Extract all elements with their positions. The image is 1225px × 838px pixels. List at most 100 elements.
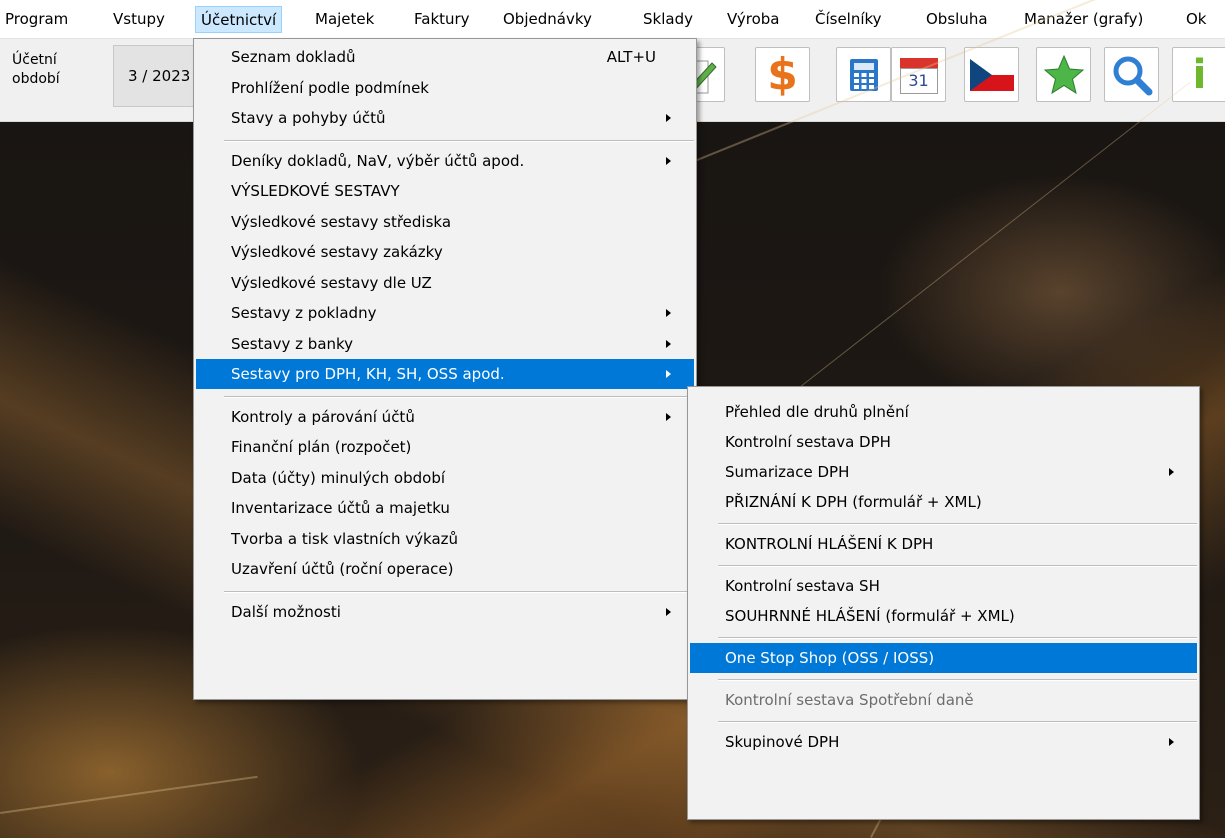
language-button[interactable] <box>964 47 1019 102</box>
menu-item-label: Skupinové DPH <box>725 733 840 751</box>
menu-item-label: Sestavy z pokladny <box>231 304 377 322</box>
menu-item-label: Přehled dle druhů plnění <box>725 403 909 421</box>
menu-item-sumarizace-dph[interactable]: Sumarizace DPH <box>690 457 1197 487</box>
submenu-arrow-icon <box>1169 738 1174 746</box>
menu-item-label: Výsledkové sestavy střediska <box>231 212 452 231</box>
submenu-arrow-icon <box>666 339 671 348</box>
submenu-arrow-icon <box>666 412 671 421</box>
menu-item-label: Sestavy pro DPH, KH, SH, OSS apod. <box>231 365 505 383</box>
menu-item-sestavy-z-banky[interactable]: Sestavy z banky <box>196 329 694 359</box>
menu-separator <box>224 590 694 593</box>
menubar-item-faktury[interactable]: Faktury <box>409 6 475 33</box>
menu-item-souhrnne-hlaseni-formular-xml[interactable]: SOUHRNNÉ HLÁŠENÍ (formulář + XML) <box>690 601 1197 631</box>
menu-item-label: PŘIZNÁNÍ K DPH (formulář + XML) <box>725 493 982 511</box>
menu-item-label: Uzavření účtů (roční operace) <box>231 560 454 578</box>
menu-item-skupinove-dph[interactable]: Skupinové DPH <box>690 727 1197 757</box>
menu-item-one-stop-shop-oss-ioss[interactable]: One Stop Shop (OSS / IOSS) <box>690 643 1197 673</box>
menu-item-kontrolni-sestava-sh[interactable]: Kontrolní sestava SH <box>690 571 1197 601</box>
menu-item-prehled-dle-druhu-plneni[interactable]: Přehled dle druhů plnění <box>690 397 1197 427</box>
menu-separator <box>224 395 694 398</box>
menu-item-sestavy-pro-dph-kh-sh-oss-apod[interactable]: Sestavy pro DPH, KH, SH, OSS apod. <box>196 359 694 389</box>
menubar-item-manazer-grafy[interactable]: Manažer (grafy) <box>1019 6 1148 33</box>
submenu-arrow-icon <box>666 370 671 378</box>
menubar-item-ucetnictvi[interactable]: Účetnictví <box>195 6 283 33</box>
favorites-button[interactable] <box>1036 47 1091 102</box>
dollar-icon: $ <box>767 48 798 100</box>
star-icon <box>1043 54 1084 94</box>
menu-item-label: Inventarizace účtů a majetku <box>231 499 450 517</box>
menu-item-vysledkove-sestavy-dle-uz[interactable]: Výsledkové sestavy dle UZ <box>196 268 694 298</box>
period-label-line1: Účetní <box>12 52 57 68</box>
submenu-arrow-icon <box>666 156 671 165</box>
menu-item-kontrolni-sestava-dph[interactable]: Kontrolní sestava DPH <box>690 427 1197 457</box>
menu-separator <box>718 721 1197 723</box>
calendar-button[interactable]: 31 <box>891 47 946 102</box>
menu-separator <box>718 679 1197 681</box>
menubar-item-sklady[interactable]: Sklady <box>638 6 698 33</box>
finance-button[interactable]: $ <box>755 47 810 102</box>
menu-item-deniky-dokladu-nav-vyber-uctu-apod[interactable]: Deníky dokladů, NaV, výběr účtů apod. <box>196 146 694 176</box>
menubar-item-obsluha[interactable]: Obsluha <box>921 6 993 33</box>
menubar-item-ok[interactable]: Ok <box>1181 6 1212 33</box>
menubar-item-majetek[interactable]: Majetek <box>310 6 379 33</box>
menu-item-label: Prohlížení podle podmínek <box>231 78 429 97</box>
menubar-item-objednavky[interactable]: Objednávky <box>498 6 597 33</box>
menu-item-label: Výsledkové sestavy zakázky <box>231 243 443 261</box>
menu-item-uzavreni-uctu-rocni-operace[interactable]: Uzavření účtů (roční operace) <box>196 554 694 584</box>
menu-item-vysledkove-sestavy-strediska[interactable]: Výsledkové sestavy střediska <box>196 207 694 237</box>
menu-separator <box>718 637 1197 639</box>
menu-item-label: Data (účty) minulých období <box>231 468 446 487</box>
menu-item-label: Kontroly a párování účtů <box>231 407 415 426</box>
info-button[interactable]: i <box>1172 47 1225 102</box>
menu-item-label: Sumarizace DPH <box>725 463 850 481</box>
search-icon <box>1113 56 1152 95</box>
menu-item-label: Kontrolní sestava Spotřební daně <box>725 691 974 709</box>
menu-item-prohlizeni-podle-podminek[interactable]: Prohlížení podle podmínek <box>196 73 694 103</box>
search-button[interactable] <box>1104 47 1159 102</box>
submenu-arrow-icon <box>666 114 671 122</box>
menu-item-priznani-k-dph-formular-xml[interactable]: PŘIZNÁNÍ K DPH (formulář + XML) <box>690 487 1197 517</box>
calculator-icon <box>849 58 878 91</box>
menu-item-label: Stavy a pohyby účtů <box>231 109 386 127</box>
menu-separator <box>718 565 1197 567</box>
menu-item-tvorba-a-tisk-vlastnich-vykazu[interactable]: Tvorba a tisk vlastních výkazů <box>196 524 694 554</box>
menu-item-label: Seznam dokladů <box>231 48 356 66</box>
menubar-item-ciselniky[interactable]: Číselníky <box>810 6 887 33</box>
menu-item-kontrolni-sestava-spotrebni-dane: Kontrolní sestava Spotřební daně <box>690 685 1197 715</box>
menu-item-seznam-dokladu[interactable]: Seznam dokladů ALT+U <box>196 42 694 72</box>
menu-item-kontroly-a-parovani-uctu[interactable]: Kontroly a párování účtů <box>196 402 694 432</box>
menubar-item-vyroba[interactable]: Výroba <box>722 6 784 33</box>
menu-item-stavy-a-pohyby-uctu[interactable]: Stavy a pohyby účtů <box>196 103 694 133</box>
menu-item-label: SOUHRNNÉ HLÁŠENÍ (formulář + XML) <box>725 607 1015 625</box>
period-label-line2: období <box>12 71 60 87</box>
period-label: Účetní období <box>12 51 92 89</box>
info-icon: i <box>1192 51 1207 98</box>
menu-item-financni-plan-rozpocet[interactable]: Finanční plán (rozpočet) <box>196 432 694 462</box>
submenu-arrow-icon <box>1169 468 1174 476</box>
menu-item-label: VÝSLEDKOVÉ SESTAVY <box>231 182 400 200</box>
menu-item-shortcut: ALT+U <box>606 48 656 66</box>
menu-item-inventarizace-uctu-a-majetku[interactable]: Inventarizace účtů a majetku <box>196 493 694 523</box>
submenu-arrow-icon <box>666 309 671 317</box>
menu-item-vysledkove-sestavy[interactable]: VÝSLEDKOVÉ SESTAVY <box>196 176 694 206</box>
submenu-arrow-icon <box>666 607 671 616</box>
menu-item-label: Další možnosti <box>231 602 341 621</box>
menu-item-label: KONTROLNÍ HLÁŠENÍ K DPH <box>725 535 934 553</box>
menubar-item-program[interactable]: Program <box>0 6 73 33</box>
menu-separator <box>718 523 1197 525</box>
menu-item-label: Tvorba a tisk vlastních výkazů <box>231 529 459 548</box>
menu-item-vysledkove-sestavy-zakazky[interactable]: Výsledkové sestavy zakázky <box>196 237 694 267</box>
menu-item-label: One Stop Shop (OSS / IOSS) <box>725 649 935 667</box>
menu-item-data-ucty-minulych-obdobi[interactable]: Data (účty) minulých období <box>196 463 694 493</box>
accounting-menu: Seznam dokladů ALT+U Prohlížení podle podm… <box>193 38 697 700</box>
menu-item-dalsi-moznosti[interactable]: Další možnosti <box>196 597 694 627</box>
menu-item-label: Sestavy z banky <box>231 334 354 353</box>
menu-item-label: Výsledkové sestavy dle UZ <box>231 273 432 292</box>
menu-item-sestavy-z-pokladny[interactable]: Sestavy z pokladny <box>196 298 694 328</box>
menu-item-label: Deníky dokladů, NaV, výběr účtů apod. <box>231 151 525 170</box>
menubar-item-vstupy[interactable]: Vstupy <box>108 6 170 33</box>
czech-flag-icon <box>969 58 1014 91</box>
menu-item-kontrolni-hlaseni-k-dph[interactable]: KONTROLNÍ HLÁŠENÍ K DPH <box>690 529 1197 559</box>
menu-item-label: Finanční plán (rozpočet) <box>231 438 412 456</box>
menu-item-label: Kontrolní sestava SH <box>725 577 880 595</box>
